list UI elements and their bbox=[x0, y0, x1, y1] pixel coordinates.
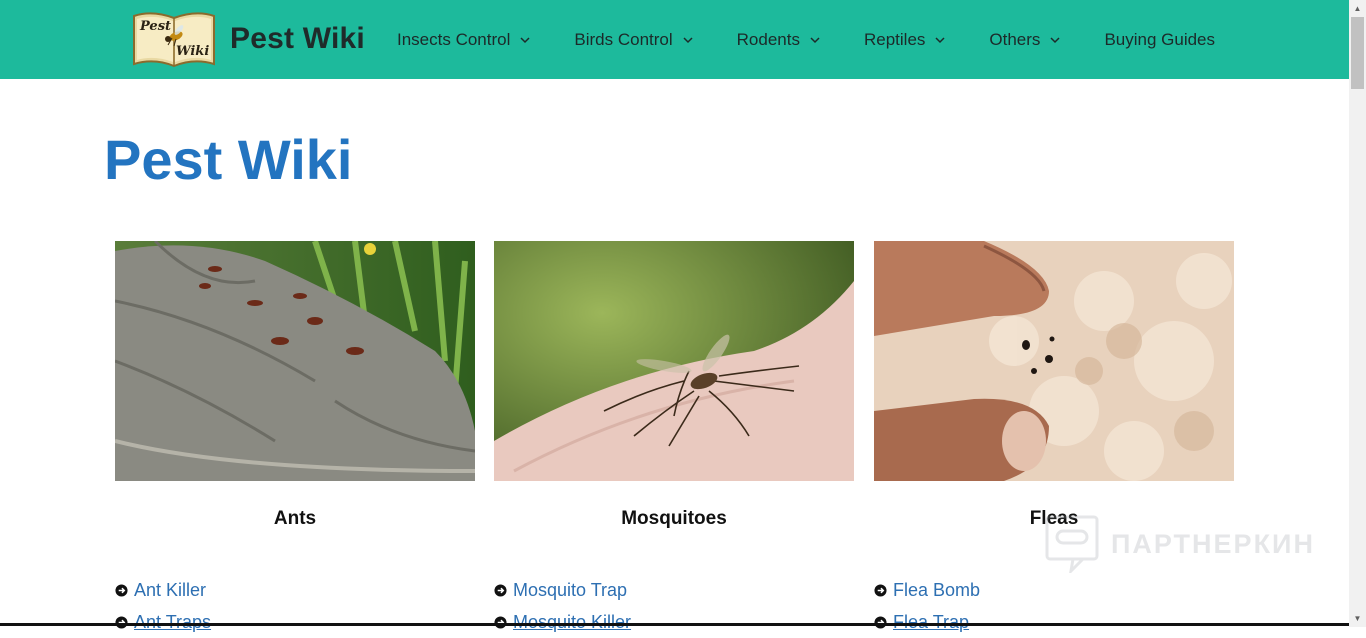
flea-bomb-link[interactable]: Flea Bomb bbox=[893, 580, 980, 601]
chevron-down-icon bbox=[1050, 36, 1060, 43]
chevron-down-icon bbox=[935, 36, 945, 43]
nav-buying-guides[interactable]: Buying Guides bbox=[1091, 30, 1228, 50]
mosquito-killer-link[interactable]: Mosquito Killer bbox=[513, 612, 631, 633]
nav-rodents[interactable]: Rodents bbox=[724, 30, 834, 50]
card-title: Ants bbox=[273, 508, 317, 529]
nav-label: Birds Control bbox=[574, 29, 673, 49]
logo-text-bottom: Wiki bbox=[176, 44, 209, 59]
chevron-down-icon bbox=[520, 36, 530, 43]
main-nav: Insects Control Birds Control Rodents Re… bbox=[384, 0, 1245, 79]
vertical-scrollbar[interactable]: ▲ ▼ bbox=[1349, 0, 1366, 627]
scroll-down-arrow-icon[interactable]: ▼ bbox=[1349, 610, 1366, 627]
ant-killer-link[interactable]: Ant Killer bbox=[134, 580, 206, 601]
list-item: Mosquito Trap bbox=[494, 574, 631, 606]
watermark-text: ПАРТНЕРКИН bbox=[1111, 528, 1315, 559]
nav-insects-control[interactable]: Insects Control bbox=[384, 30, 544, 50]
card-ants: Ants Ant Killer Ant Traps bbox=[115, 241, 475, 632]
site-title[interactable]: Pest Wiki bbox=[230, 22, 365, 56]
list-item: Ant Traps bbox=[115, 606, 211, 638]
link-list: Flea Bomb Flea Trap bbox=[874, 574, 980, 638]
list-item: Flea Trap bbox=[874, 606, 980, 638]
page-title: Pest Wiki bbox=[104, 128, 353, 191]
chevron-down-icon bbox=[810, 36, 820, 43]
chat-bubble-icon bbox=[1045, 515, 1099, 573]
arrow-circle-right-icon bbox=[494, 583, 507, 597]
list-item: Ant Killer bbox=[115, 574, 211, 606]
site-logo[interactable]: Pest Wiki bbox=[132, 8, 216, 69]
fleas-image[interactable] bbox=[874, 241, 1234, 481]
card-fleas: Fleas Flea Bomb Flea Trap bbox=[874, 241, 1234, 632]
list-item: Mosquito Killer bbox=[494, 606, 631, 638]
nav-label: Insects Control bbox=[397, 29, 511, 49]
link-list: Mosquito Trap Mosquito Killer bbox=[494, 574, 631, 638]
nav-label: Rodents bbox=[736, 29, 800, 49]
ant-traps-link[interactable]: Ant Traps bbox=[134, 612, 211, 633]
arrow-circle-right-icon bbox=[874, 583, 887, 597]
ants-image[interactable] bbox=[115, 241, 475, 481]
chevron-down-icon bbox=[683, 36, 693, 43]
nav-birds-control[interactable]: Birds Control bbox=[561, 30, 706, 50]
site-header: Pest Wiki Pest Wiki Insects Control Bird… bbox=[0, 0, 1349, 79]
mosquito-image[interactable] bbox=[494, 241, 854, 481]
logo-text-top: Pest bbox=[139, 19, 171, 34]
nav-label: Others bbox=[989, 29, 1041, 49]
nav-reptiles[interactable]: Reptiles bbox=[851, 30, 959, 50]
nav-label: Reptiles bbox=[863, 29, 926, 49]
watermark: ПАРТНЕРКИН bbox=[1045, 515, 1315, 573]
brand[interactable]: Pest Wiki Pest Wiki bbox=[132, 8, 365, 69]
link-list: Ant Killer Ant Traps bbox=[115, 574, 211, 638]
nav-label: Buying Guides bbox=[1104, 29, 1216, 49]
bottom-divider bbox=[0, 623, 1349, 626]
nav-others[interactable]: Others bbox=[976, 30, 1074, 50]
arrow-circle-right-icon bbox=[115, 583, 128, 597]
card-mosquitoes: Mosquitoes Mosquito Trap Mosquito Killer bbox=[494, 241, 854, 632]
mosquito-trap-link[interactable]: Mosquito Trap bbox=[513, 580, 627, 601]
flea-trap-link[interactable]: Flea Trap bbox=[893, 612, 969, 633]
list-item: Flea Bomb bbox=[874, 574, 980, 606]
scroll-up-arrow-icon[interactable]: ▲ bbox=[1349, 0, 1366, 17]
scrollbar-thumb[interactable] bbox=[1351, 17, 1364, 89]
card-title: Mosquitoes bbox=[621, 508, 727, 529]
